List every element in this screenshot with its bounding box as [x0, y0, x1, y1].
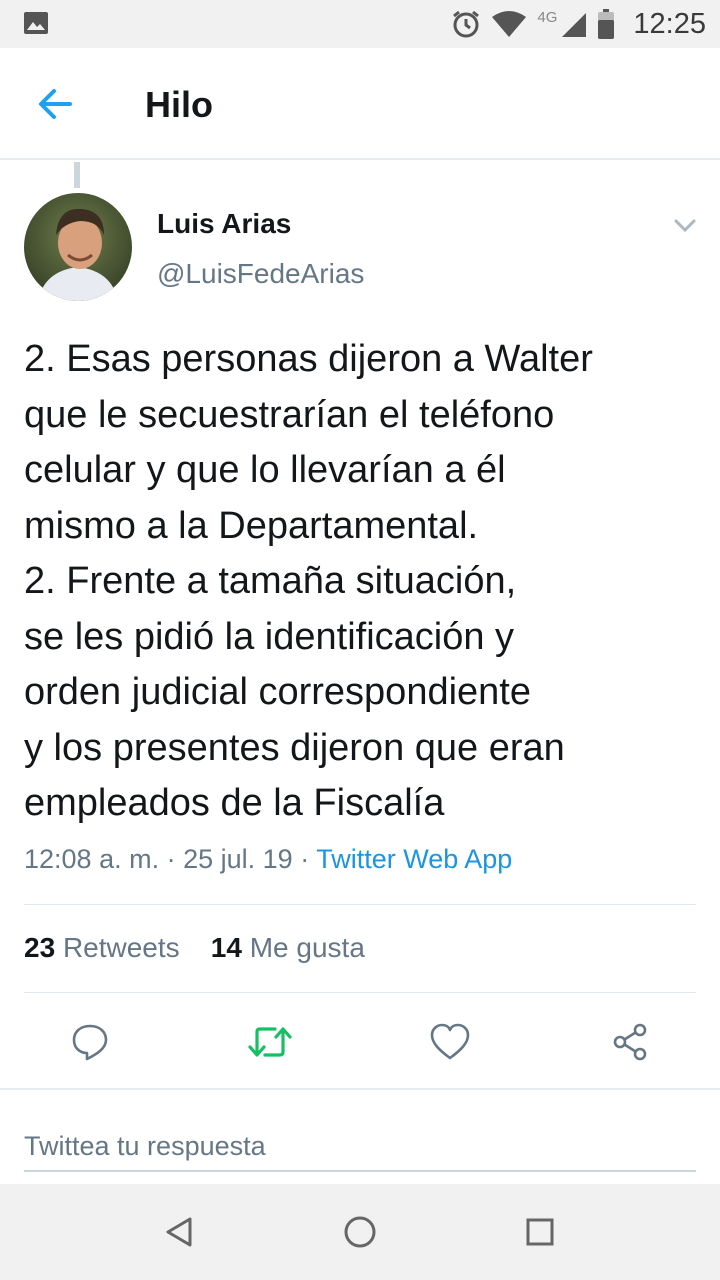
thread-connector	[74, 162, 80, 188]
tweet-text-line: que le secuestrarían el teléfono	[24, 393, 555, 436]
tweet-text-line: mismo a la Departamental.	[24, 504, 479, 547]
share-button[interactable]	[604, 1016, 656, 1068]
status-icons: 4G 12:25	[451, 0, 706, 48]
chevron-down-icon[interactable]	[670, 210, 700, 240]
likes-count: 14	[210, 932, 242, 963]
retweets-count: 23	[24, 932, 56, 963]
tweet-text-line: 2. Esas personas dijeron a Walter	[24, 338, 593, 380]
tweet-text-line: 2. Frente a tamaña situación,	[24, 560, 517, 602]
meta-separator: ·	[292, 844, 317, 874]
comment-icon	[72, 1024, 108, 1061]
tweet-text-line: orden judicial correspondiente	[24, 671, 531, 713]
wifi-icon	[492, 11, 527, 37]
nav-recents-icon[interactable]	[520, 1212, 560, 1252]
alarm-icon	[453, 10, 480, 38]
avatar-photo	[24, 193, 132, 301]
tweet-text: 2. Esas personas dijeron a Walter que le…	[24, 332, 704, 832]
divider	[24, 992, 696, 993]
system-nav-bar	[0, 1184, 720, 1280]
arrow-left-icon[interactable]	[32, 84, 80, 124]
author-handle[interactable]: @LuisFedeArias	[157, 258, 364, 290]
divider	[24, 904, 696, 905]
reply-separator	[0, 1088, 720, 1090]
network-type: 4G	[537, 8, 558, 26]
tweet-text-line: y los presentes dijeron que eran	[24, 726, 565, 769]
nav-back-icon[interactable]	[160, 1212, 200, 1252]
tweet-stats: 23 Retweets 14 Me gusta	[24, 932, 365, 964]
reply-input[interactable]	[24, 1112, 696, 1172]
battery-icon	[598, 9, 615, 39]
tweet-text-line: se les pidió la identificación y	[24, 615, 515, 658]
retweets-stat[interactable]: 23 Retweets	[24, 932, 180, 963]
likes-stat[interactable]: 14 Me gusta	[211, 932, 365, 963]
tweet-meta: 12:08 a. m. · 25 jul. 19 · Twitter Web A…	[24, 844, 512, 875]
author-name[interactable]: Luis Arias	[157, 208, 291, 240]
meta-separator: ·	[159, 844, 184, 874]
status-bar: 4G 12:25	[0, 0, 720, 48]
tweet-text-line: celular y que lo llevarían a él	[24, 449, 506, 491]
retweet-icon	[248, 1027, 292, 1057]
tweet-date: 25 jul. 19	[183, 844, 293, 874]
signal-icon	[562, 13, 587, 37]
heart-icon	[430, 1023, 470, 1060]
tweet-actions	[0, 1016, 720, 1068]
share-icon	[613, 1023, 647, 1061]
page-title: Hilo	[145, 84, 213, 125]
app-header: Hilo	[0, 48, 720, 160]
tweet-time: 12:08 a. m.	[24, 844, 160, 874]
retweet-button[interactable]	[244, 1016, 296, 1068]
avatar[interactable]	[24, 193, 132, 301]
retweets-label: Retweets	[62, 932, 180, 963]
tweet-text-line: empleados de la Fiscalía	[24, 782, 445, 824]
gallery-notification-icon	[24, 12, 48, 34]
likes-label: Me gusta	[249, 932, 365, 963]
like-button[interactable]	[424, 1016, 476, 1068]
clock: 12:25	[633, 7, 706, 40]
nav-home-icon[interactable]	[340, 1212, 380, 1252]
reply-button[interactable]	[64, 1016, 116, 1068]
tweet-source-link[interactable]: Twitter Web App	[316, 844, 512, 874]
